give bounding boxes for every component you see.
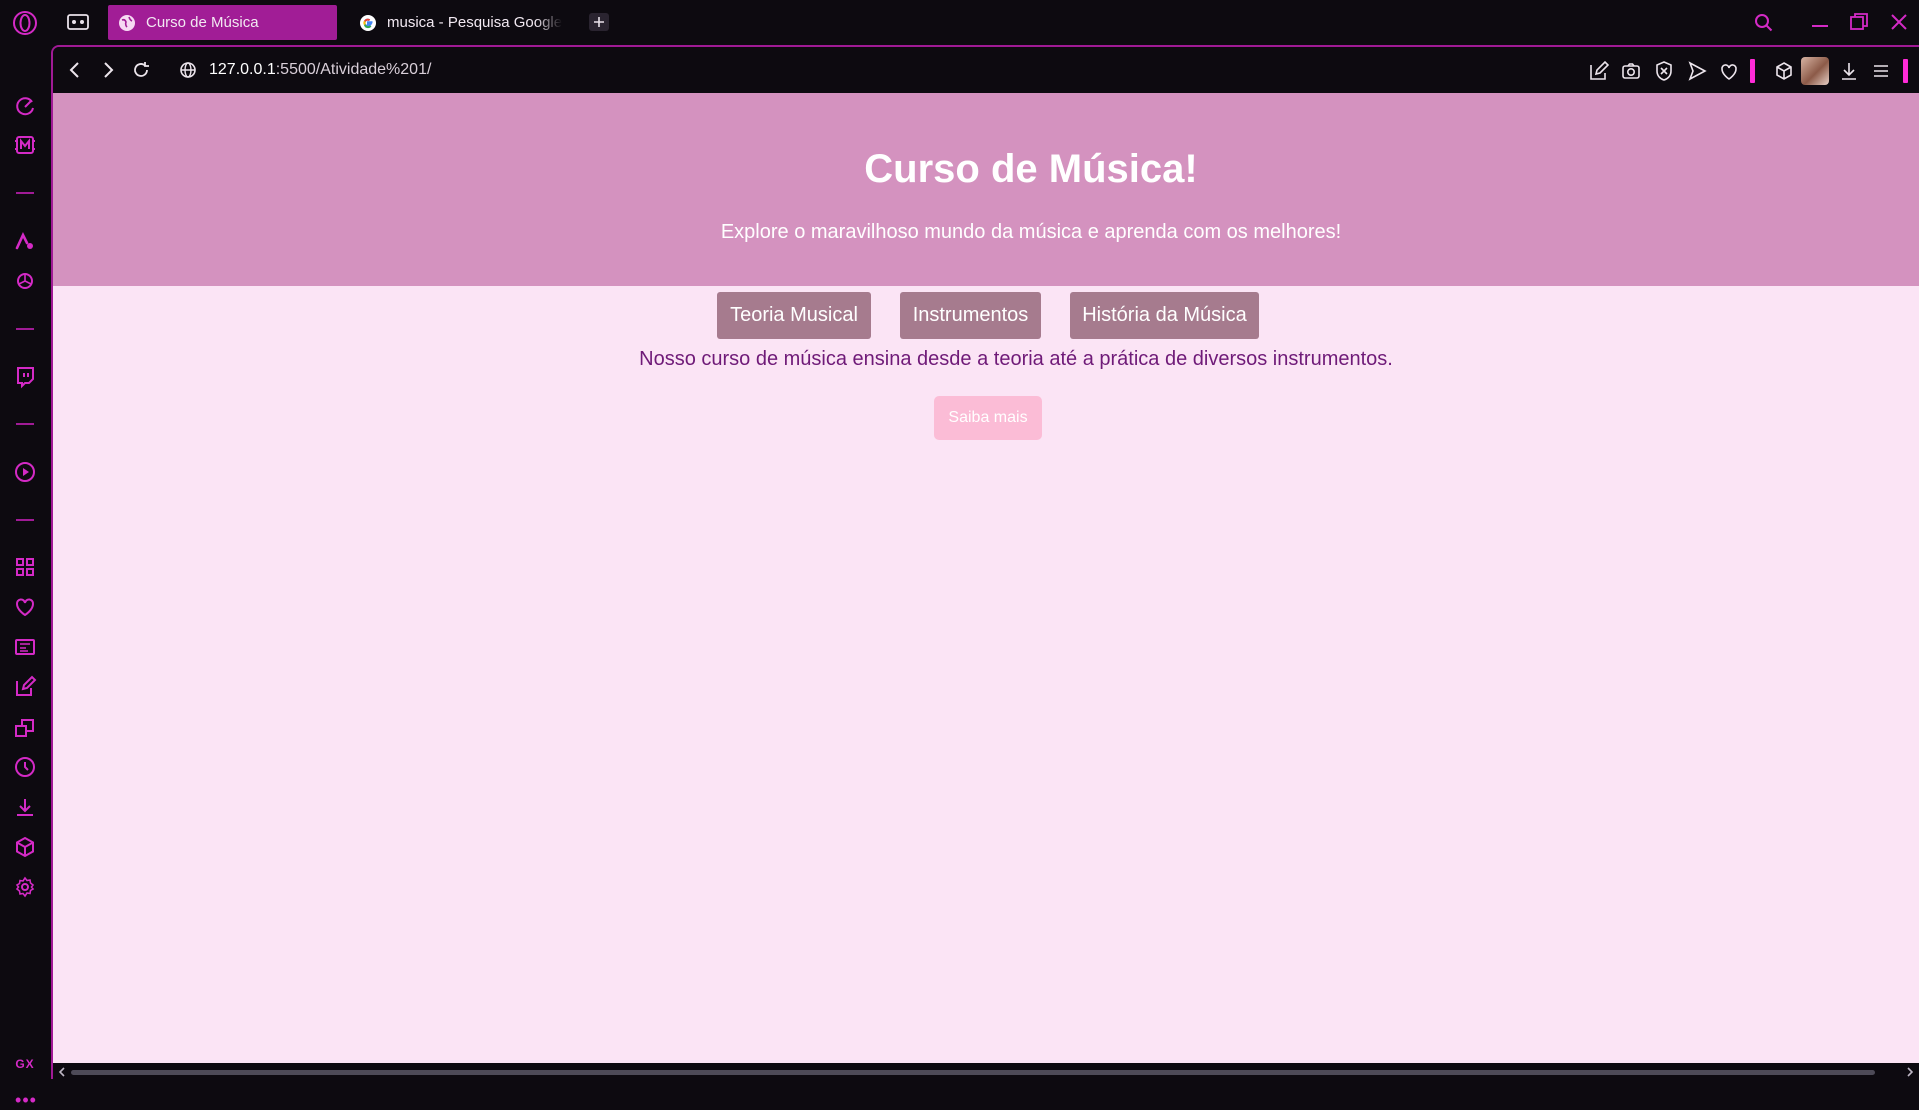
scrollbar-thumb[interactable] [71, 1070, 1875, 1075]
snapshot-camera-icon[interactable] [1620, 60, 1642, 82]
pinboard-edit-icon[interactable] [13, 675, 37, 699]
gx-label[interactable]: GX [12, 1057, 38, 1071]
send-flow-icon[interactable] [1686, 60, 1708, 82]
page-title: Curso de Música! [864, 147, 1198, 191]
workspaces-icon[interactable] [13, 555, 37, 579]
speed-dial-icon[interactable] [13, 93, 37, 117]
tabs-icon[interactable] [13, 716, 37, 740]
profile-avatar[interactable] [1801, 57, 1829, 85]
ad-blocker-shield-icon[interactable] [1653, 60, 1675, 82]
bookmarks-heart-icon[interactable] [13, 595, 37, 619]
minimize-icon[interactable] [1808, 10, 1832, 34]
tab-label: musica - Pesquisa Google [387, 14, 563, 31]
globe-icon [119, 14, 135, 31]
nav-button-historia-da-musica[interactable]: História da Música [1070, 292, 1259, 339]
page-viewport: Curso de Música! Explore o maravilhoso m… [53, 93, 1919, 1063]
extensions-cube-icon[interactable] [13, 835, 37, 859]
sidebar-separator [16, 192, 34, 194]
twitch-icon[interactable] [13, 365, 37, 389]
opera-gx-logo-icon[interactable] [12, 10, 38, 36]
reload-icon[interactable] [130, 59, 152, 81]
tab-label: Curso de Música [146, 14, 259, 31]
page-header: Curso de Música! Explore o maravilhoso m… [53, 93, 1919, 286]
bookmark-heart-icon[interactable] [1718, 60, 1740, 82]
settings-gear-icon[interactable] [13, 875, 37, 899]
easy-setup-menu-icon[interactable] [1870, 60, 1892, 82]
chatgpt-icon[interactable] [13, 269, 37, 293]
close-window-icon[interactable] [1887, 10, 1911, 34]
sidebar: GX ••• [0, 45, 51, 1109]
google-icon [360, 14, 376, 31]
nav-button-instrumentos[interactable]: Instrumentos [900, 292, 1041, 339]
gx-corner-icon[interactable] [66, 12, 90, 32]
extensions-icon[interactable] [1773, 60, 1795, 82]
toolbar-divider [1750, 59, 1755, 83]
sidebar-separator [16, 328, 34, 330]
browser-window: 127.0.0.1:5500/Atividade%201/ Curso de M… [51, 45, 1919, 1079]
player-icon[interactable] [13, 460, 37, 484]
aria-icon[interactable] [13, 229, 37, 253]
url-host: 127.0.0.1 [209, 61, 276, 78]
tab-bar: Curso de Música musica - Pesquisa Google [0, 0, 1919, 45]
forward-icon[interactable] [97, 59, 119, 81]
search-tabs-icon[interactable] [1752, 10, 1776, 34]
site-info-globe-icon[interactable] [177, 59, 199, 81]
scroll-right-arrow-icon[interactable] [1905, 1066, 1915, 1078]
back-icon[interactable] [64, 59, 86, 81]
scroll-left-arrow-icon[interactable] [57, 1066, 67, 1078]
news-icon[interactable] [13, 635, 37, 659]
tab-musica-pesquisa-google[interactable]: musica - Pesquisa Google [349, 5, 574, 40]
saiba-mais-button[interactable]: Saiba mais [934, 396, 1042, 440]
tab-curso-de-musica[interactable]: Curso de Música [108, 5, 337, 40]
url-path: :5500/Atividade%201/ [275, 61, 432, 78]
course-description: Nosso curso de música ensina desde a teo… [639, 348, 1393, 370]
history-clock-icon[interactable] [13, 755, 37, 779]
new-tab-plus-icon[interactable] [588, 12, 610, 32]
restore-icon[interactable] [1847, 10, 1871, 34]
sidebar-separator [16, 519, 34, 521]
toolbar-divider-right [1903, 59, 1908, 83]
address-bar[interactable]: 127.0.0.1:5500/Atividade%201/ [209, 61, 431, 79]
gx-control-icon[interactable] [13, 133, 37, 157]
download-icon[interactable] [1838, 60, 1860, 82]
address-toolbar: 127.0.0.1:5500/Atividade%201/ [53, 47, 1919, 93]
sidebar-separator [16, 423, 34, 425]
nav-button-teoria-musical[interactable]: Teoria Musical [717, 292, 871, 339]
downloads-icon[interactable] [13, 795, 37, 819]
page-subtitle: Explore o maravilhoso mundo da música e … [720, 221, 1342, 243]
more-options-icon[interactable]: ••• [14, 1091, 38, 1109]
horizontal-scrollbar[interactable] [53, 1063, 1919, 1079]
edit-icon[interactable] [1588, 60, 1610, 82]
